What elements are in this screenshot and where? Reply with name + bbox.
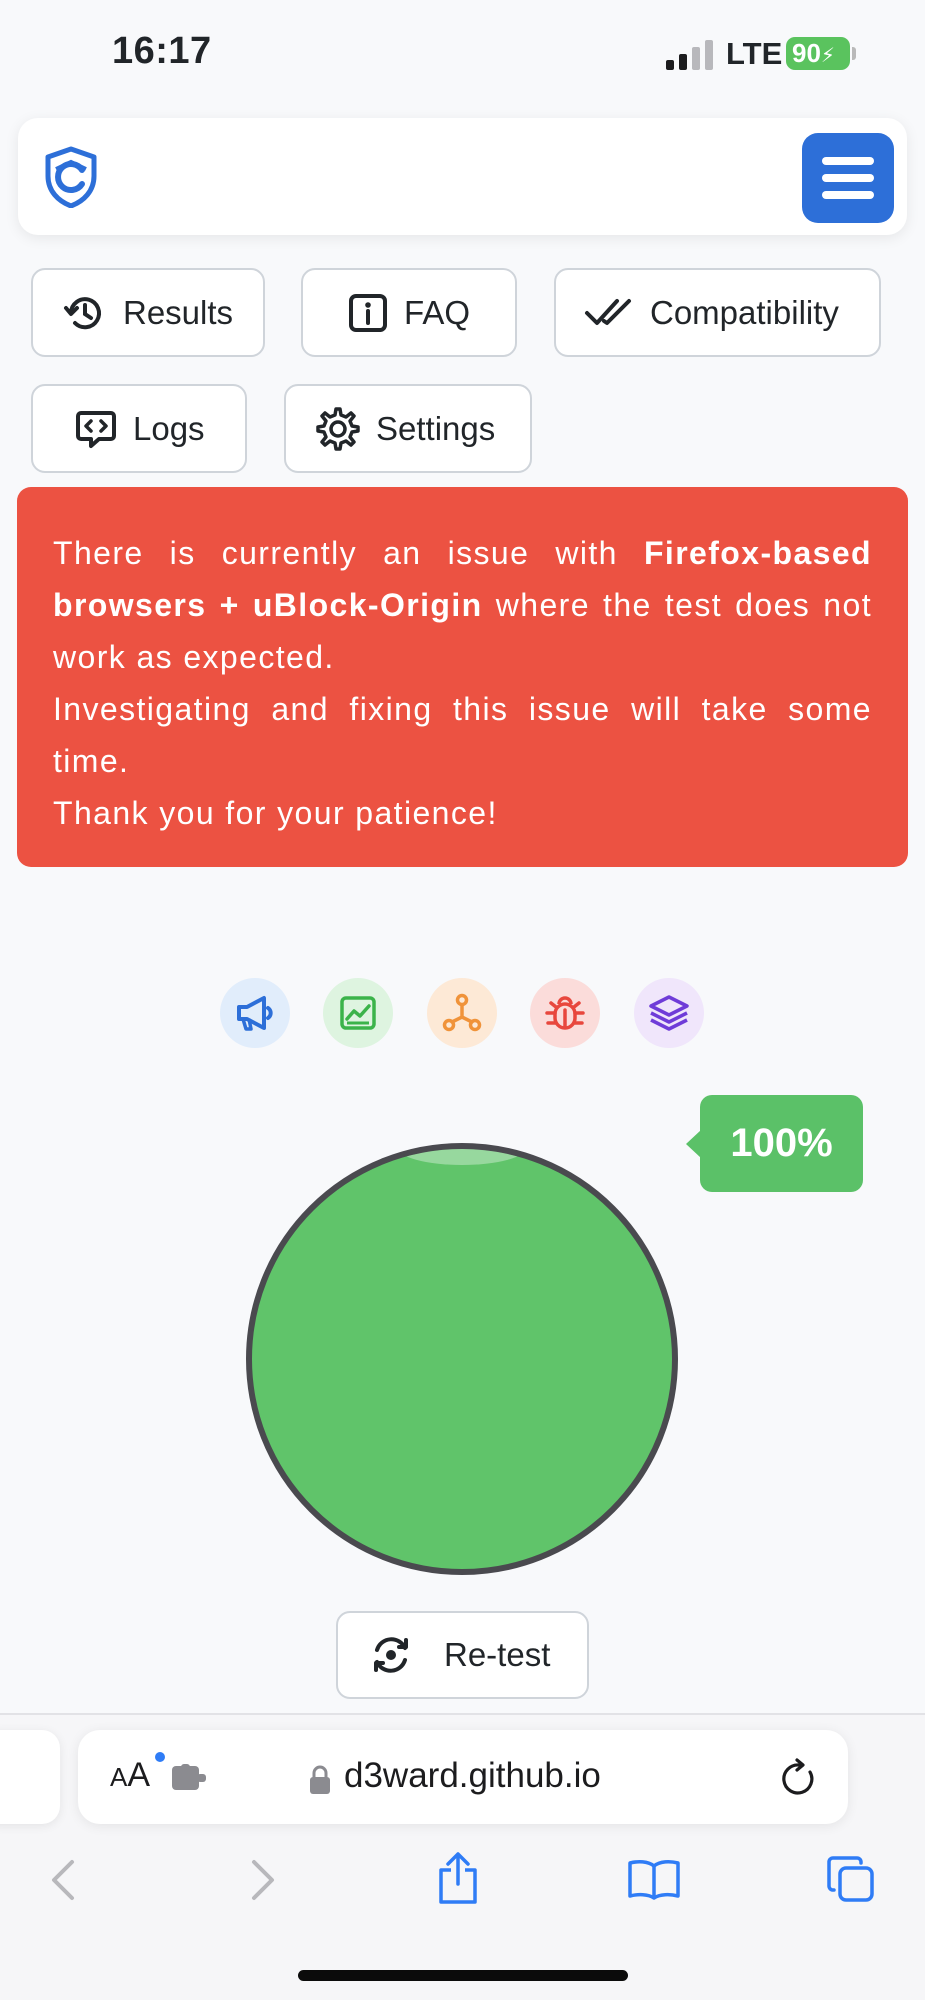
- alert-line-2: Investigating and fixing this issue will…: [53, 691, 872, 779]
- score-percent-badge: 100%: [700, 1095, 863, 1192]
- retest-label: Re-test: [444, 1636, 551, 1673]
- alert-message: There is currently an issue with Firefox…: [53, 527, 872, 683]
- menu-bar: [822, 157, 874, 165]
- megaphone-icon: [237, 996, 273, 1031]
- faq-button[interactable]: FAQ: [301, 268, 517, 357]
- layers-icon: [649, 995, 689, 1031]
- alert-line-3: Thank you for your patience!: [53, 795, 498, 831]
- compatibility-button[interactable]: Compatibility: [554, 268, 881, 357]
- log-icon: [76, 410, 116, 448]
- hamburger-menu-button[interactable]: [802, 133, 894, 223]
- previous-tab-card[interactable]: [0, 1730, 60, 1824]
- url-text[interactable]: d3ward.github.io: [344, 1756, 601, 1796]
- small-a: A: [110, 1762, 128, 1792]
- results-button[interactable]: Results: [31, 268, 265, 357]
- network-icon: [442, 993, 482, 1032]
- charging-bolt-icon: ⚡: [820, 45, 835, 67]
- extension-puzzle-icon[interactable]: [172, 1764, 208, 1792]
- gear-icon: [316, 406, 360, 451]
- alert-text: There is currently an issue with: [53, 535, 644, 571]
- reader-settings-button[interactable]: AAAA: [110, 1756, 150, 1795]
- category-analytics[interactable]: [323, 978, 393, 1048]
- category-ads[interactable]: [220, 978, 290, 1048]
- menu-bar: [822, 191, 874, 199]
- battery-cap: [852, 47, 856, 60]
- settings-button[interactable]: Settings: [284, 384, 532, 473]
- score-fill-circle: [246, 1143, 678, 1575]
- badge-pointer: [686, 1130, 701, 1158]
- settings-label: Settings: [376, 409, 496, 447]
- compatibility-label: Compatibility: [650, 293, 839, 331]
- history-icon: [64, 296, 101, 329]
- menu-bar: [822, 174, 874, 182]
- top-navbar: [18, 118, 907, 235]
- notification-dot: [155, 1752, 165, 1762]
- retest-button[interactable]: Re-test: [336, 1611, 589, 1699]
- shield-logo-icon[interactable]: [42, 146, 100, 208]
- logs-label: Logs: [133, 409, 205, 447]
- category-tracking[interactable]: [427, 978, 497, 1048]
- share-icon[interactable]: [435, 1850, 481, 1906]
- refresh-icon: [374, 1637, 408, 1673]
- tabs-icon[interactable]: [826, 1854, 876, 1904]
- bookmarks-icon[interactable]: [626, 1858, 682, 1900]
- cellular-signal-icon: [666, 40, 713, 70]
- reload-icon[interactable]: [780, 1758, 818, 1798]
- logs-button[interactable]: Logs: [31, 384, 247, 473]
- back-icon[interactable]: [48, 1858, 78, 1902]
- forward-icon[interactable]: [248, 1858, 278, 1902]
- battery-level: 90: [792, 38, 821, 68]
- faq-label: FAQ: [404, 293, 471, 331]
- chart-icon: [340, 996, 376, 1030]
- lock-icon: [310, 1765, 330, 1794]
- home-indicator: [298, 1970, 628, 1981]
- firefox-issue-alert: There is currently an issue with Firefox…: [17, 487, 908, 867]
- status-time: 16:17: [112, 30, 212, 72]
- category-errors[interactable]: [530, 978, 600, 1048]
- network-label: LTE: [726, 36, 783, 71]
- bug-icon: [545, 996, 585, 1030]
- double-check-icon: [585, 298, 631, 325]
- info-icon: [349, 293, 387, 332]
- results-label: Results: [123, 293, 234, 331]
- circle-shine: [397, 1149, 527, 1165]
- battery-indicator: 90⚡: [786, 37, 850, 70]
- category-other[interactable]: [634, 978, 704, 1048]
